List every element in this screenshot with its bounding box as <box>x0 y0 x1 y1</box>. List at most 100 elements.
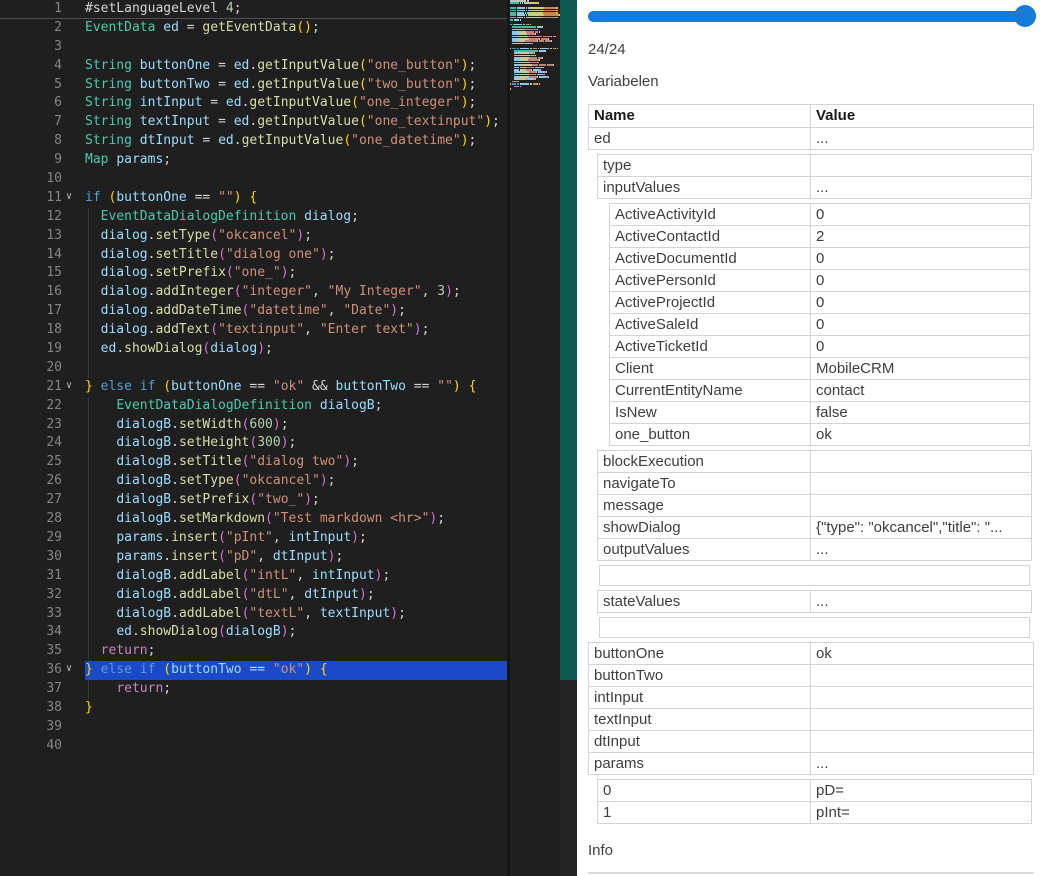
code-line-24[interactable]: 24 dialogB.setHeight(300); <box>0 434 507 453</box>
table-row[interactable]: outputValues... <box>597 538 1032 561</box>
code-line-6[interactable]: 6String intInput = ed.getInputValue("one… <box>0 94 507 113</box>
code-line-20[interactable]: 20 <box>0 359 507 378</box>
code-line-28[interactable]: 28 dialogB.setMarkdown("Test markdown <h… <box>0 510 507 529</box>
table-row[interactable]: one_buttonok <box>609 423 1030 446</box>
code-line-11[interactable]: 11∨if (buttonOne == "") { <box>0 189 507 208</box>
table-row[interactable]: 0pD= <box>597 779 1032 802</box>
table-row[interactable]: IsNewfalse <box>609 401 1030 424</box>
code-text: } else if (buttonOne == "ok" && buttonTw… <box>85 378 507 397</box>
code-line-22[interactable]: 22 EventDataDialogDefinition dialogB; <box>0 397 507 416</box>
code-line-27[interactable]: 27 dialogB.setPrefix("two_"); <box>0 491 507 510</box>
fold-chevron-icon[interactable]: ∨ <box>66 660 82 679</box>
table-row[interactable] <box>599 565 1030 586</box>
indent-guide <box>88 340 89 359</box>
table-row[interactable]: type <box>597 154 1032 177</box>
table-row[interactable]: showDialog{"type": "okcancel","title": "… <box>597 516 1032 539</box>
code-line-7[interactable]: 7String textInput = ed.getInputValue("on… <box>0 113 507 132</box>
code-text: String dtInput = ed.getInputValue("one_d… <box>85 132 507 151</box>
code-line-16[interactable]: 16 dialog.addInteger("integer", "My Inte… <box>0 283 507 302</box>
table-row[interactable]: ClientMobileCRM <box>609 357 1030 380</box>
code-line-1[interactable]: 1#setLanguageLevel 4; <box>0 0 507 19</box>
line-number: 31 <box>0 567 85 586</box>
table-row[interactable]: message <box>597 494 1032 517</box>
table-row[interactable]: ActiveContactId2 <box>609 225 1030 248</box>
code-line-19[interactable]: 19 ed.showDialog(dialog); <box>0 340 507 359</box>
code-text <box>85 170 507 189</box>
code-line-36[interactable]: 36∨} else if (buttonTwo == "ok") { <box>0 661 507 680</box>
code-line-37[interactable]: 37 return; <box>0 680 507 699</box>
indent-guide <box>88 246 89 265</box>
table-row[interactable]: blockExecution <box>597 450 1032 473</box>
table-row[interactable]: ActiveSaleId0 <box>609 313 1030 336</box>
step-slider[interactable] <box>588 0 1034 33</box>
line-number: 36∨ <box>0 661 85 680</box>
fold-chevron-icon[interactable]: ∨ <box>66 377 82 396</box>
code-line-34[interactable]: 34 ed.showDialog(dialogB); <box>0 623 507 642</box>
code-line-15[interactable]: 15 dialog.setPrefix("one_"); <box>0 264 507 283</box>
table-row[interactable]: 1pInt= <box>597 801 1032 824</box>
variable-value: 0 <box>810 204 1029 225</box>
table-row[interactable]: stateValues... <box>597 590 1032 613</box>
code-line-4[interactable]: 4String buttonOne = ed.getInputValue("on… <box>0 57 507 76</box>
code-line-18[interactable]: 18 dialog.addText("textinput", "Enter te… <box>0 321 507 340</box>
variable-name: 0 <box>598 780 810 801</box>
code-line-29[interactable]: 29 params.insert("pInt", intInput); <box>0 529 507 548</box>
code-line-25[interactable]: 25 dialogB.setTitle("dialog two"); <box>0 453 507 472</box>
minimap[interactable] <box>510 0 560 876</box>
code-line-9[interactable]: 9Map params; <box>0 151 507 170</box>
table-row[interactable]: dtInput <box>588 730 1034 753</box>
code-text: dialogB.setMarkdown("Test markdown <hr>"… <box>85 510 507 529</box>
fold-chevron-icon[interactable]: ∨ <box>66 188 82 207</box>
code-line-14[interactable]: 14 dialog.setTitle("dialog one"); <box>0 246 507 265</box>
table-row[interactable]: ActiveTicketId0 <box>609 335 1030 358</box>
code-line-38[interactable]: 38} <box>0 699 507 718</box>
line-number: 23 <box>0 416 85 435</box>
code-line-2[interactable]: 2EventData ed = getEventData(); <box>0 19 507 38</box>
code-line-17[interactable]: 17 dialog.addDateTime("datetime", "Date"… <box>0 302 507 321</box>
variable-name: ActiveActivityId <box>610 204 810 225</box>
code-text: return; <box>85 642 507 661</box>
slider-track[interactable] <box>588 11 1034 22</box>
table-row[interactable]: ActivePersonId0 <box>609 269 1030 292</box>
editor-scrollbar[interactable] <box>560 0 577 876</box>
code-line-33[interactable]: 33 dialogB.addLabel("textL", textInput); <box>0 605 507 624</box>
code-line-40[interactable]: 40 <box>0 737 507 756</box>
table-row[interactable]: ActiveDocumentId0 <box>609 247 1030 270</box>
variable-value: ... <box>810 591 1031 612</box>
table-row[interactable]: intInput <box>588 686 1034 709</box>
slider-handle[interactable] <box>1014 5 1036 27</box>
table-row[interactable]: navigateTo <box>597 472 1032 495</box>
scrollbar-thumb[interactable] <box>560 0 577 680</box>
table-row[interactable]: CurrentEntityNamecontact <box>609 379 1030 402</box>
code-line-21[interactable]: 21∨} else if (buttonOne == "ok" && butto… <box>0 378 507 397</box>
code-line-32[interactable]: 32 dialogB.addLabel("dtL", dtInput); <box>0 586 507 605</box>
variable-name: ActivePersonId <box>610 270 810 291</box>
table-row[interactable]: buttonOneok <box>588 642 1034 665</box>
code-line-13[interactable]: 13 dialog.setType("okcancel"); <box>0 227 507 246</box>
code-area[interactable]: 1#setLanguageLevel 4;2EventData ed = get… <box>0 0 507 876</box>
code-line-5[interactable]: 5String buttonTwo = ed.getInputValue("tw… <box>0 76 507 95</box>
name-column-header: Name <box>589 105 810 127</box>
code-editor[interactable]: 1#setLanguageLevel 4;2EventData ed = get… <box>0 0 577 876</box>
code-line-30[interactable]: 30 params.insert("pD", dtInput); <box>0 548 507 567</box>
code-line-26[interactable]: 26 dialogB.setType("okcancel"); <box>0 472 507 491</box>
table-row[interactable]: textInput <box>588 708 1034 731</box>
code-line-8[interactable]: 8String dtInput = ed.getInputValue("one_… <box>0 132 507 151</box>
code-line-23[interactable]: 23 dialogB.setWidth(600); <box>0 416 507 435</box>
code-text: dialog.setTitle("dialog one"); <box>85 246 507 265</box>
table-row[interactable]: ActiveActivityId0 <box>609 203 1030 226</box>
table-row[interactable] <box>599 617 1030 638</box>
code-line-12[interactable]: 12 EventDataDialogDefinition dialog; <box>0 208 507 227</box>
code-text: dialog.addText("textinput", "Enter text"… <box>85 321 507 340</box>
table-row[interactable]: inputValues... <box>597 176 1032 199</box>
table-row[interactable]: ActiveProjectId0 <box>609 291 1030 314</box>
code-line-3[interactable]: 3 <box>0 38 507 57</box>
table-row[interactable]: params... <box>588 752 1034 775</box>
variables-table: NameValueed...typeinputValues...ActiveAc… <box>588 104 1034 824</box>
table-row[interactable]: ed... <box>588 127 1034 150</box>
table-row[interactable]: buttonTwo <box>588 664 1034 687</box>
code-line-10[interactable]: 10 <box>0 170 507 189</box>
code-line-39[interactable]: 39 <box>0 718 507 737</box>
code-line-35[interactable]: 35 return; <box>0 642 507 661</box>
code-line-31[interactable]: 31 dialogB.addLabel("intL", intInput); <box>0 567 507 586</box>
